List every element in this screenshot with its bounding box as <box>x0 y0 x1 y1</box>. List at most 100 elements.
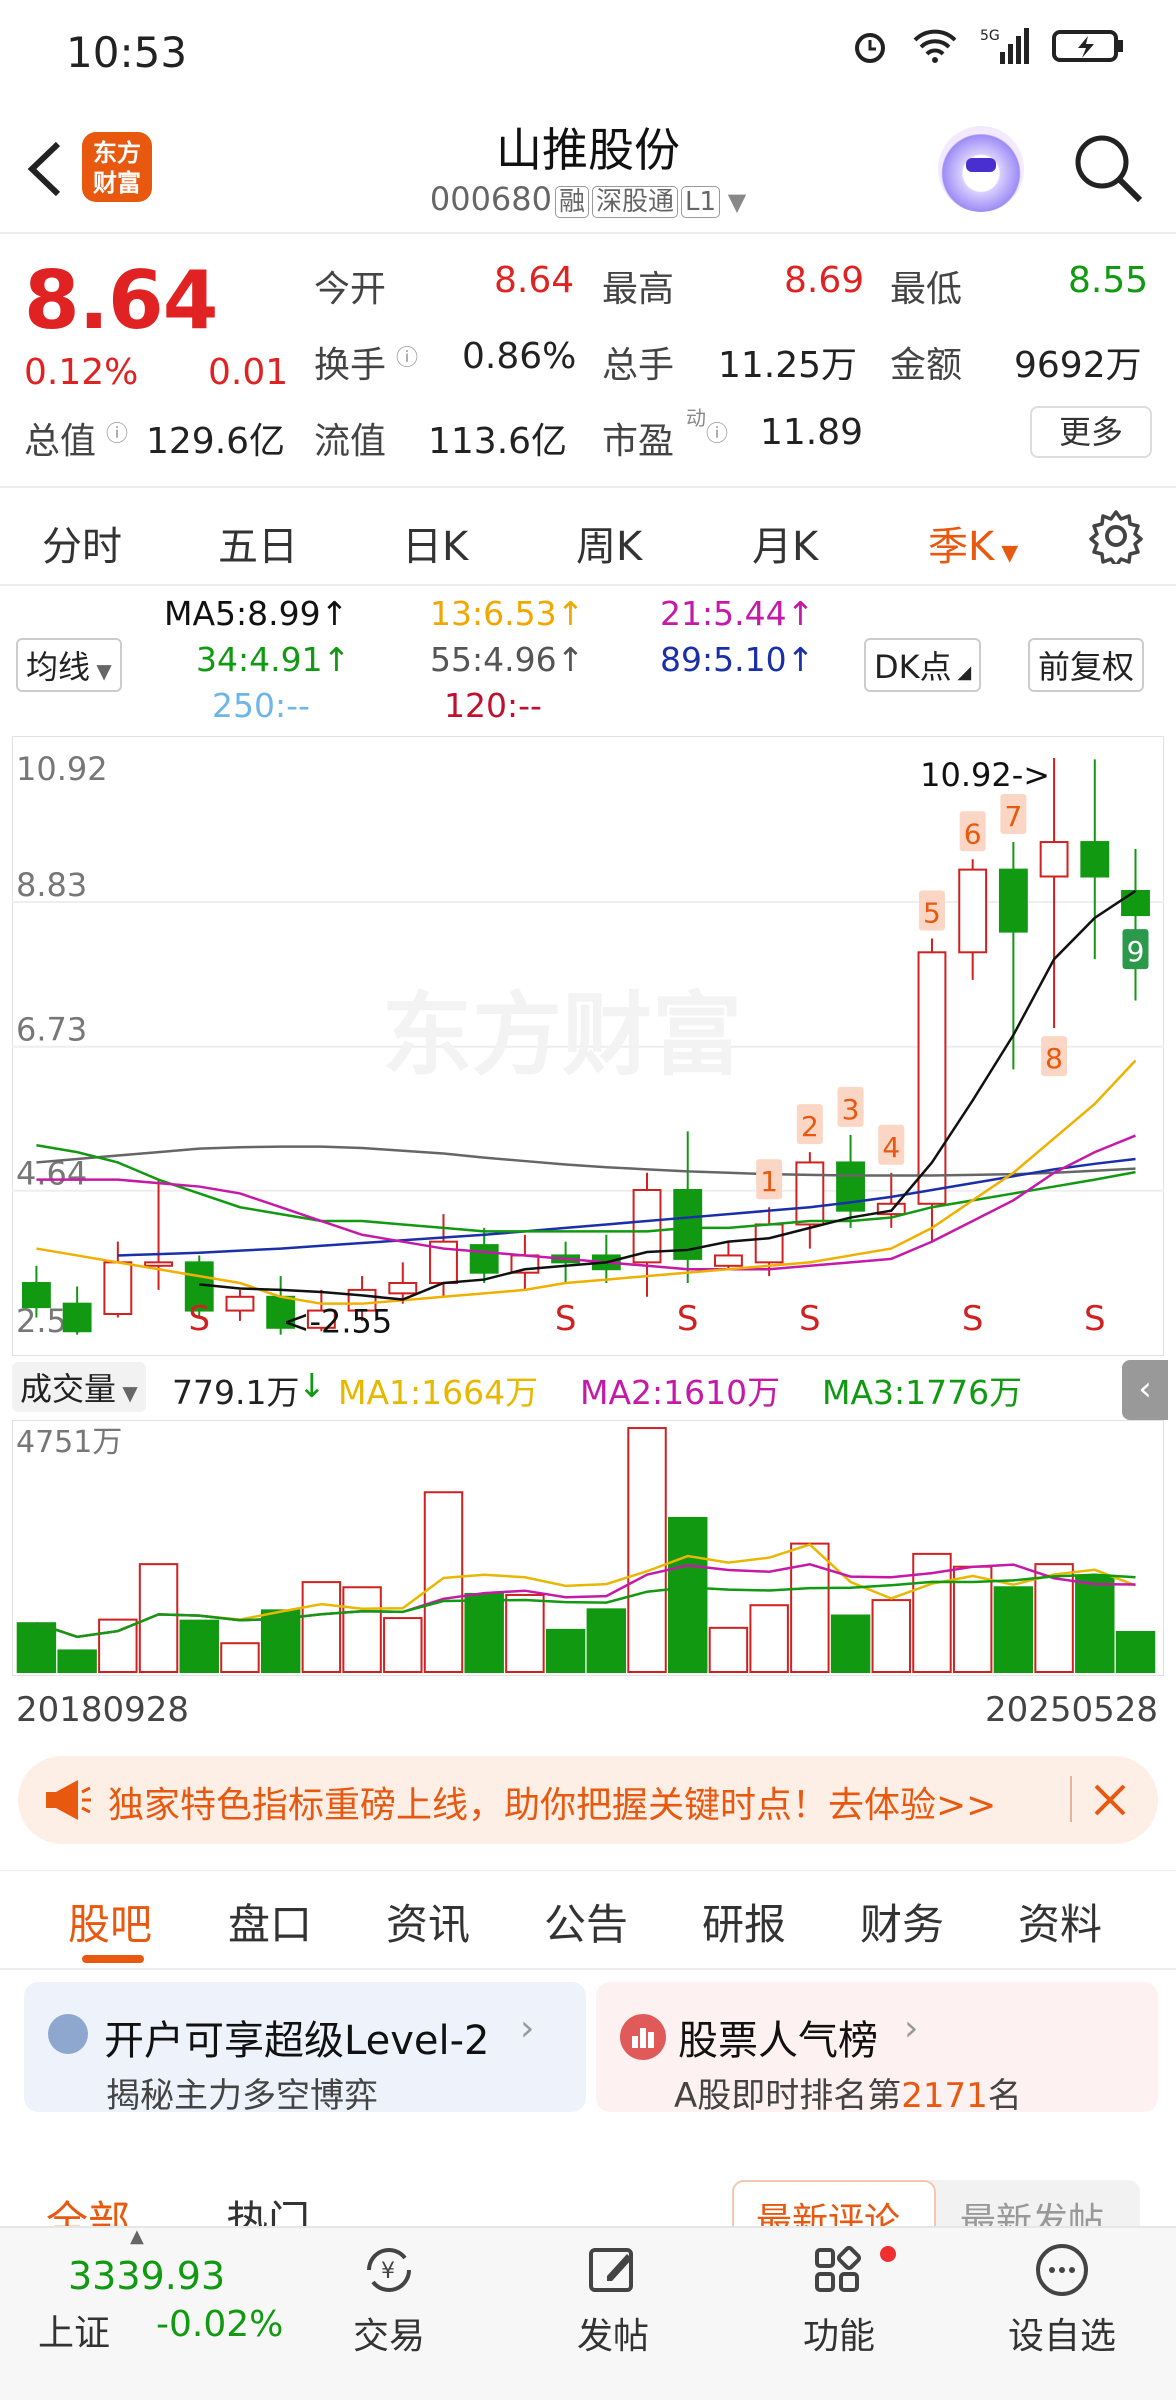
volume-bar <box>57 1649 97 1674</box>
edit-icon <box>589 2248 633 2292</box>
candle-body <box>754 1223 784 1264</box>
seq-label: 6 <box>964 817 982 850</box>
info-icon[interactable]: ⓘ <box>396 340 418 372</box>
volume-bar <box>383 1617 423 1673</box>
info-icon[interactable]: ⓘ <box>706 416 728 448</box>
tab-daily-k[interactable]: 日K <box>402 514 468 572</box>
card-title: 开户可享超级Level-2 <box>104 2018 490 2064</box>
megaphone-icon <box>46 1780 91 1820</box>
settings-button[interactable] <box>1088 508 1144 568</box>
nav-function[interactable]: 功能 <box>784 2242 896 2359</box>
volume-bar <box>708 1626 749 1674</box>
start-date: 20180928 <box>16 1690 190 1730</box>
ma-legend: 均线 ▼ MA5:8.99↑ 13:6.53↑ 21:5.44↑ 34:4.91… <box>0 586 1176 732</box>
collapse-panel-button[interactable]: ‹ <box>1122 1360 1168 1420</box>
signal-icon: 5G <box>980 28 1029 64</box>
turnover-label: 换手 <box>314 345 387 386</box>
tab-five-day[interactable]: 五日 <box>218 514 298 572</box>
candle-body <box>103 1261 133 1316</box>
ma55-value: 55:4.96↑ <box>430 640 585 679</box>
vol-ma2: MA2:1610万 <box>580 1373 781 1412</box>
candle-body <box>795 1161 825 1226</box>
stock-code: 000680 <box>429 180 552 218</box>
seq-label: 5 <box>923 897 941 930</box>
amount-label: 金额 <box>890 345 963 386</box>
volume-label: 总手 <box>602 345 675 386</box>
volume-value: 11.25万 <box>718 345 858 386</box>
volume-bar <box>179 1619 219 1674</box>
search-button[interactable] <box>1070 130 1146 206</box>
kline-svg: 10.928.836.734.642.56东方财富123456789S S S S S S… <box>11 735 1165 1357</box>
volume-bar <box>545 1628 586 1674</box>
popularity-card[interactable]: 股票人气榜 › A股即时排名第2171名 <box>596 1982 1158 2116</box>
tab-monthly-k[interactable]: 月K <box>752 514 818 572</box>
seq-label: 1 <box>760 1165 778 1198</box>
candle-body <box>1080 841 1110 878</box>
indicator-selector[interactable]: 成交量 ▼ <box>12 1362 146 1412</box>
dropdown-caret-icon[interactable]: ▼ <box>720 188 746 216</box>
robot-assistant-avatar[interactable] <box>938 126 1024 212</box>
index-name[interactable]: 上证 <box>38 2304 110 2356</box>
status-icons: 5G <box>850 26 1126 66</box>
y-tick-label: 10.92 <box>16 750 108 788</box>
tab-weekly-k[interactable]: 周K <box>576 514 642 572</box>
tab-intraday[interactable]: 分时 <box>42 514 122 572</box>
sell-signal-mark: S <box>1084 1299 1106 1339</box>
volume-bar <box>586 1608 627 1674</box>
high-price-marker: 10.92-> <box>920 756 1050 794</box>
account-icon <box>48 2014 88 2054</box>
alarm-icon <box>855 33 885 63</box>
volume-svg: 4751万 <box>11 1419 1165 1677</box>
post-filters: 全部 热门 最新评论 最新发帖 <box>0 2180 1176 2246</box>
candle-body <box>1121 889 1150 917</box>
tab-profile[interactable]: 资料 <box>1018 1891 1102 1952</box>
ma-selector[interactable]: 均线 ▼ <box>16 638 122 692</box>
nav-post[interactable]: 发帖 <box>558 2242 668 2359</box>
watermark: 东方财富 <box>382 983 742 1088</box>
volume-bar <box>1115 1630 1156 1673</box>
apps-grid-icon <box>815 2245 862 2292</box>
ranking-icon <box>620 2014 666 2060</box>
more-button[interactable]: 更多 <box>1030 406 1152 458</box>
candle-body <box>388 1282 418 1295</box>
kline-chart[interactable]: 10.92 8.83 6.73 4.64 2.56 东方财富 1 2 3 4 5 6 7 8 9 S S S S S S… <box>11 735 1165 1357</box>
tab-finance[interactable]: 财务 <box>860 1891 944 1952</box>
volume-chart[interactable]: 4751万 <box>11 1419 1165 1677</box>
ma13-value: 13:6.53↑ <box>430 594 585 633</box>
level2-card[interactable]: 开户可享超级Level-2 › 揭秘主力多空博弈 <box>24 1982 586 2116</box>
battery-icon <box>1052 30 1123 62</box>
tab-pankou[interactable]: 盘口 <box>228 1891 312 1952</box>
tab-guba[interactable]: 股吧 <box>68 1891 152 1952</box>
tab-quarterly-k[interactable]: 季K ▼ <box>928 514 1018 572</box>
adjust-toggle[interactable]: 前复权 <box>1028 638 1145 692</box>
tab-announcements[interactable]: 公告 <box>544 1891 628 1952</box>
tab-research[interactable]: 研报 <box>702 1891 786 1952</box>
high-value: 8.69 <box>784 260 865 301</box>
nav-trade[interactable]: ¥ 交易 <box>334 2242 444 2359</box>
vol-ma3: MA3:1776万 <box>822 1373 1023 1412</box>
amount-value: 9692万 <box>1014 345 1142 386</box>
close-icon[interactable] <box>1088 1778 1132 1822</box>
change-amount: 0.01 <box>208 352 289 393</box>
candle-body <box>21 1282 51 1309</box>
volume-bar <box>871 1599 911 1673</box>
date-range: 20180928 20250528 <box>0 1684 1176 1734</box>
wifi-icon <box>913 29 957 63</box>
high-label: 最高 <box>602 269 675 310</box>
index-value[interactable]: 3339.93 <box>68 2254 225 2298</box>
low-price-marker: <-2.55 <box>283 1303 393 1341</box>
pe-value: 11.89 <box>760 412 864 453</box>
candle-body <box>1039 841 1069 878</box>
ma21-value: 21:5.44↑ <box>660 594 815 633</box>
nav-add-watchlist[interactable]: 设自选 <box>1002 2242 1122 2359</box>
ma34-line <box>36 1143 1136 1233</box>
y-tick-label: 6.73 <box>16 1011 87 1049</box>
volume-bar <box>138 1563 179 1673</box>
info-icon[interactable]: ⓘ <box>106 416 128 448</box>
tab-news[interactable]: 资讯 <box>386 1891 470 1952</box>
index-change[interactable]: -0.02% <box>156 2304 283 2345</box>
period-tabs: 分时 五日 日K 周K 月K 季K ▼ <box>0 486 1176 586</box>
promo-banner[interactable]: 独家特色指标重磅上线，助你把握关键时点！去体验>> <box>18 1756 1158 1844</box>
status-bar: 10:53 5G <box>0 0 1176 100</box>
dk-point-toggle[interactable]: DK点 ◢ <box>864 638 982 692</box>
